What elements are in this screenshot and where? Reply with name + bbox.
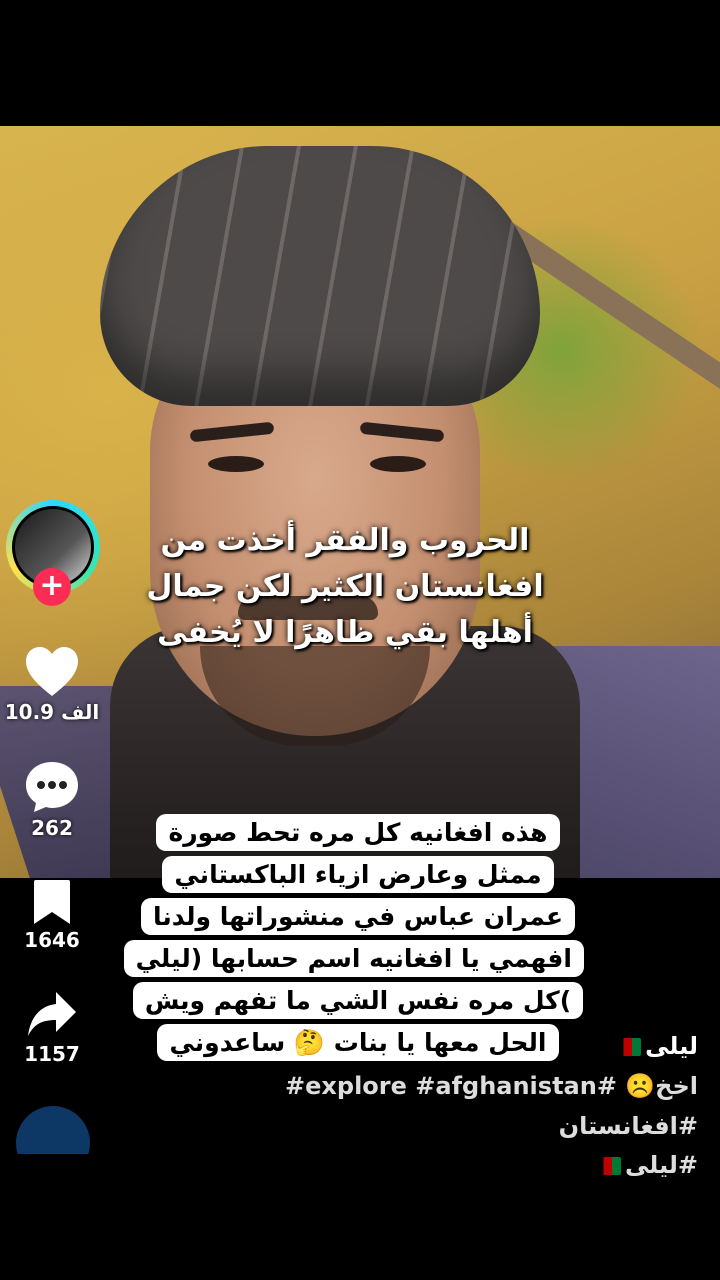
turban [100,146,540,406]
description-hashtags[interactable]: اخخ☹️ #explore #afghanistan# #افغانستان [138,1066,698,1146]
text-sticker-content: هذه افغانيه كل مره تحط صورة ممثل وعارض ا… [123,814,584,1061]
heart-icon [26,647,78,696]
video-description: ليلى اخخ☹️ #explore #afghanistan# #افغان… [138,1026,698,1184]
share-count: 1157 [24,1042,80,1066]
like-button[interactable]: 10.9 الف [0,646,104,724]
follow-button[interactable]: + [33,568,71,606]
afghanistan-flag-icon [595,1157,621,1175]
disc-mask [0,1154,110,1194]
share-icon [28,992,76,1036]
description-hashtag-row[interactable]: #ليلى [138,1146,698,1184]
share-button[interactable]: 1157 [0,990,104,1066]
save-count: 1646 [24,928,80,952]
comment-icon [26,762,78,812]
afghanistan-flag-icon [615,1038,642,1056]
comment-button[interactable]: 262 [0,760,104,840]
bookmark-icon [34,880,70,924]
save-button[interactable]: 1646 [0,878,104,952]
eye [370,456,426,472]
video-frame[interactable] [0,126,720,878]
video-overlay-caption: الحروب والفقر أخذت من افغانستان الكثير ل… [146,523,544,650]
comment-count: 262 [31,816,73,840]
eye [208,456,264,472]
username[interactable]: ليلى [645,1032,698,1060]
plus-icon: + [39,568,65,603]
like-count: 10.9 الف [4,700,100,724]
hashtag[interactable]: #ليلى [625,1151,698,1179]
username-row[interactable]: ليلى [138,1026,698,1066]
